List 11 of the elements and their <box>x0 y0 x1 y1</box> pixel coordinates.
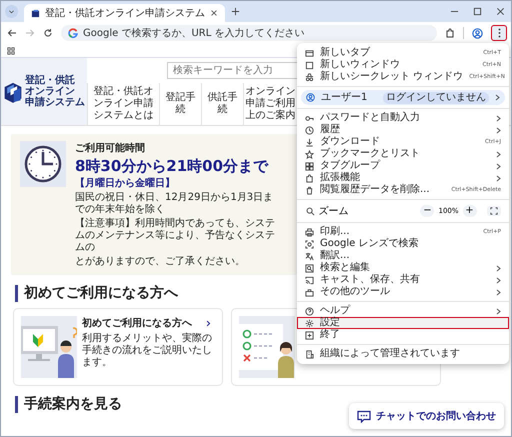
notice-text: 【注意事項】利用時間内であっても、システムのメンテナンス等により、予告なくシステムの <box>75 218 276 254</box>
card-title: 初めてご利用になる方へ <box>82 316 192 330</box>
weekday-note: 【月曜日から金曜日】 <box>75 176 175 190</box>
sign-in-badge: ログインしていません <box>383 92 489 104</box>
hours-label: ご利用可能時間 <box>75 142 146 155</box>
hours-time: 8時30分から21時00分まで <box>75 157 268 176</box>
holiday-note: 国民の祝日・休日、12月29日から1月3日までの年末年始を除く <box>75 192 274 216</box>
card-text: 利用するメリットや、実際の手続きの流れをご説明いたします。 <box>82 333 212 369</box>
notice-text: とがありますので、ご了承ください。 <box>75 256 246 268</box>
logo-text: 登記・供託 オンライン 申請システム <box>25 75 85 108</box>
zoom-label: ズーム <box>318 205 350 218</box>
